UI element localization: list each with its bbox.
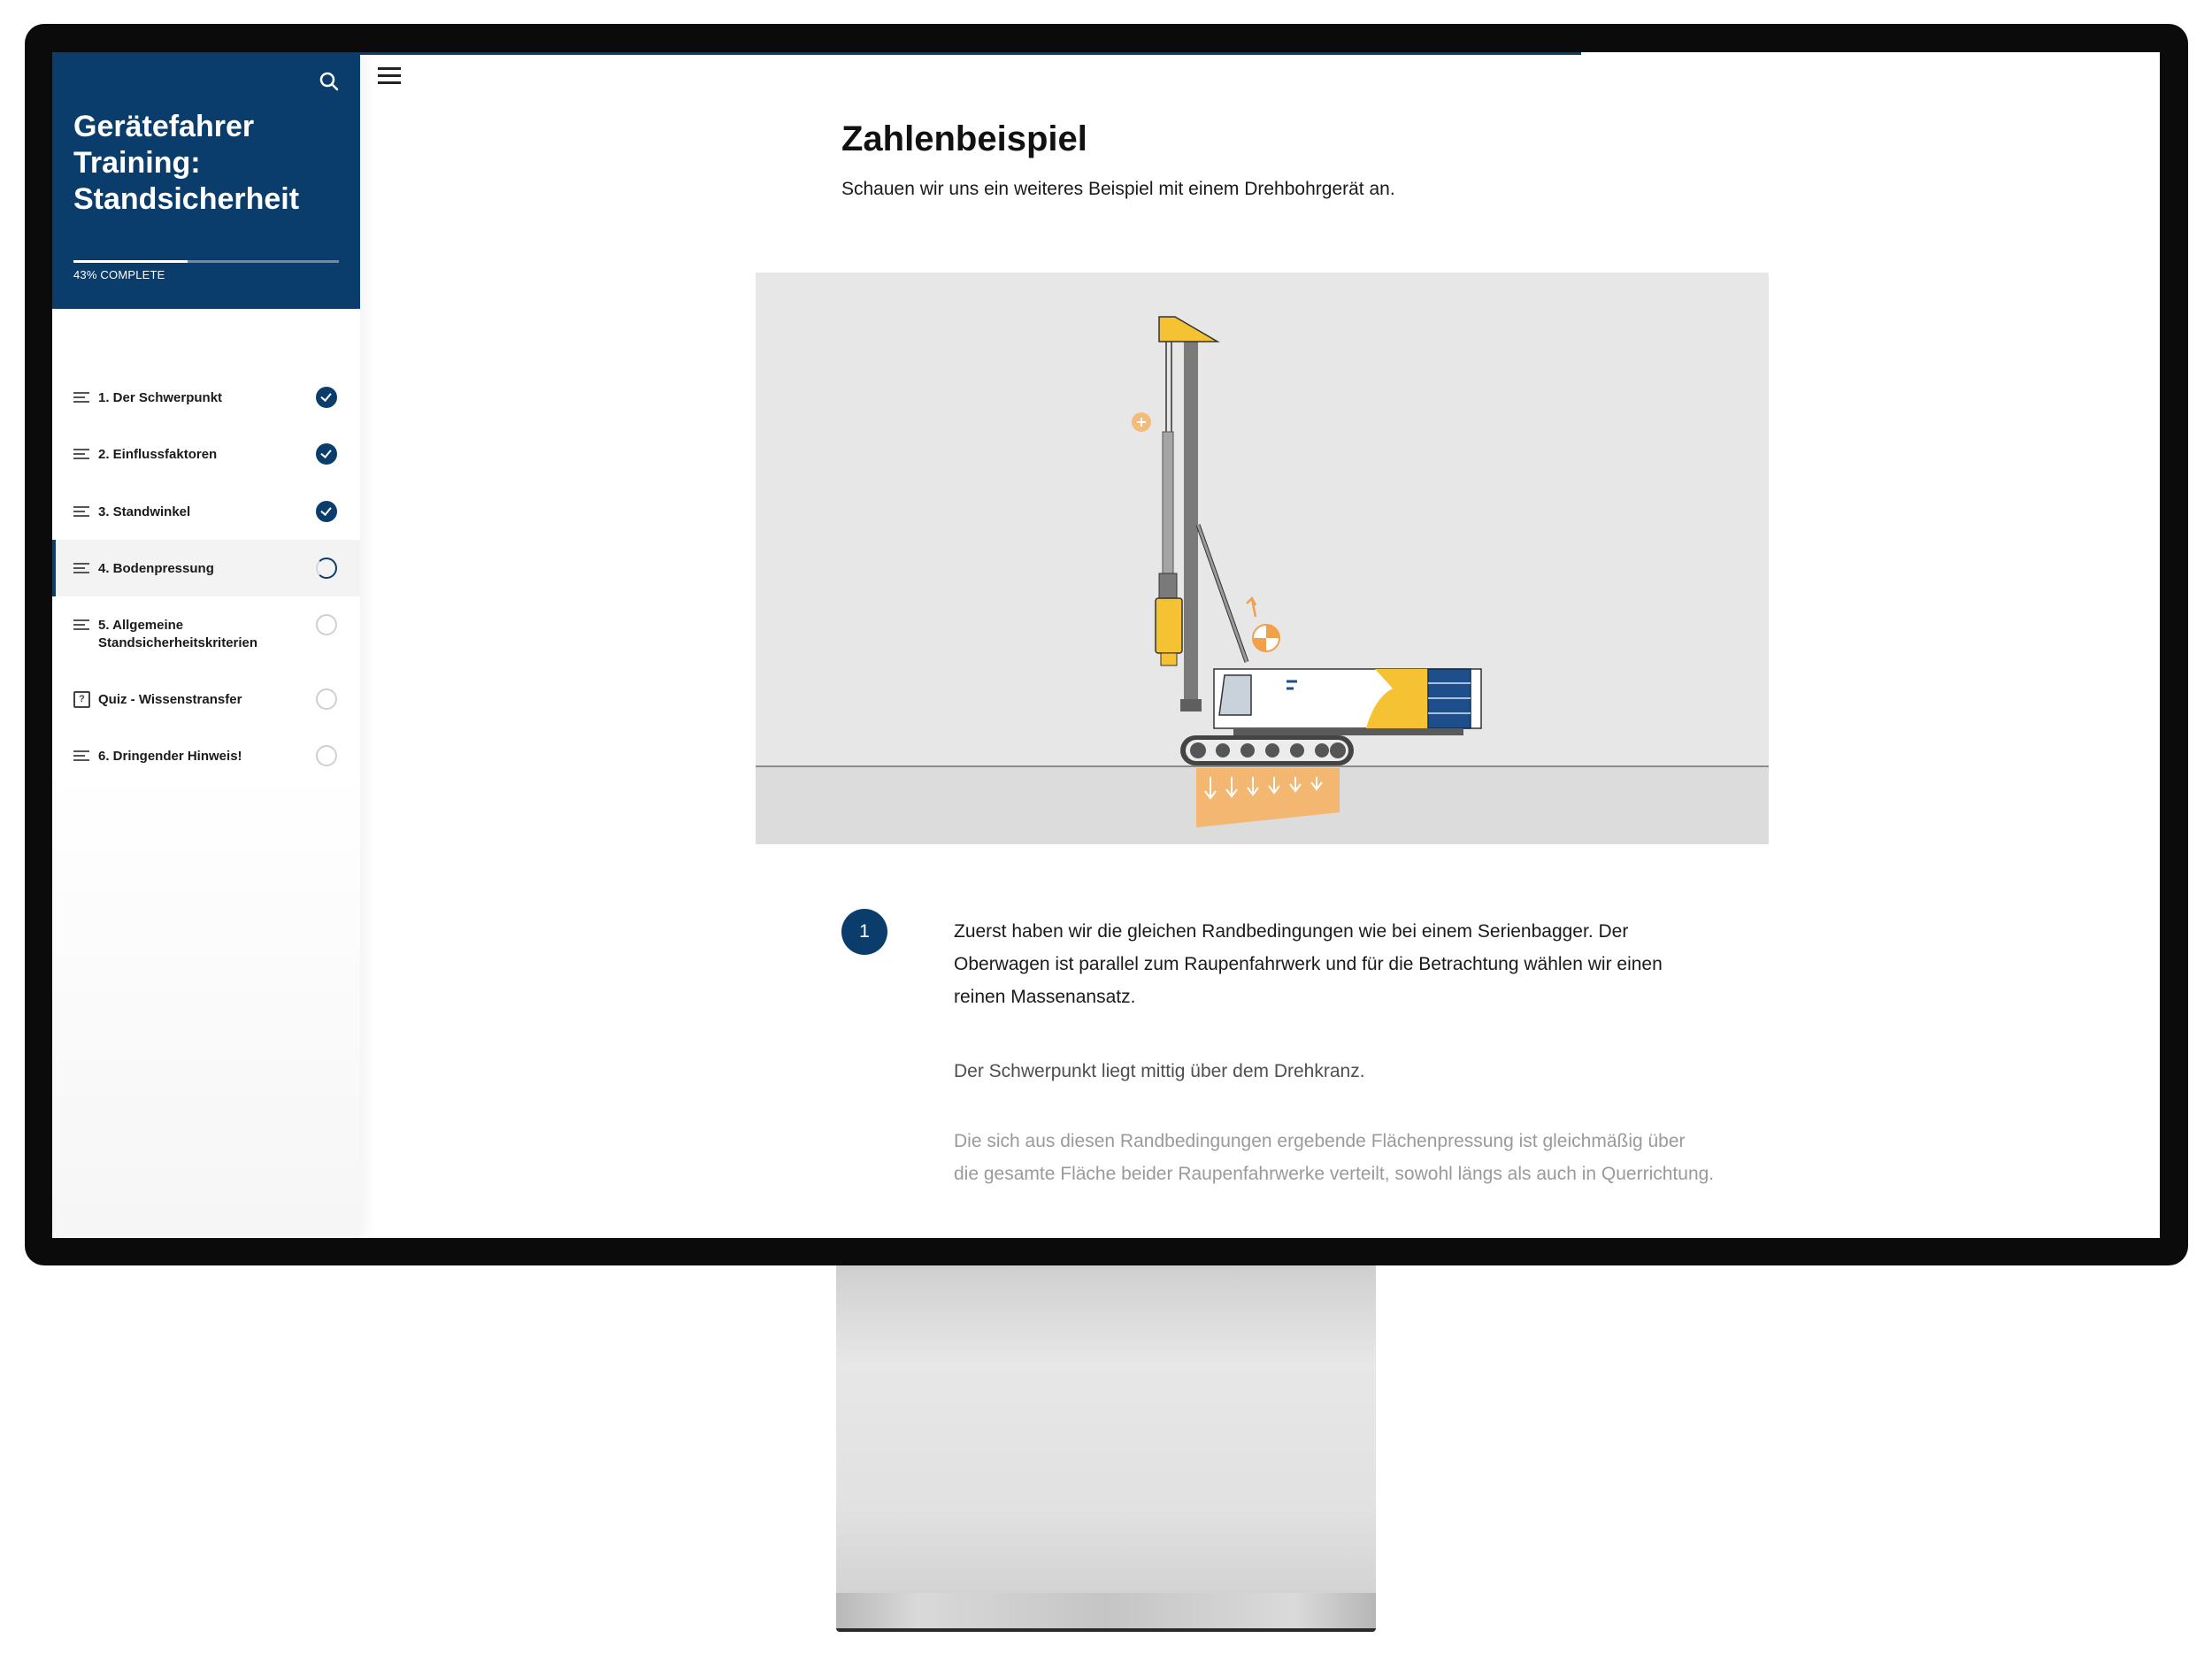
paragraph-randbedingungen: Zuerst haben wir die gleichen Randbeding… bbox=[954, 921, 1663, 1007]
lesson-progress-line bbox=[360, 52, 1581, 55]
empty-circle-icon bbox=[316, 614, 337, 635]
monitor-stand bbox=[836, 1265, 1376, 1593]
sidebar-item-standwinkel[interactable]: 3. Standwinkel bbox=[52, 483, 360, 540]
drilling-rig-drawing bbox=[756, 273, 1769, 844]
sidebar-item-label: 6. Dringender Hinweis! bbox=[98, 749, 242, 764]
course-progress-fill bbox=[73, 260, 188, 263]
sidebar-item-label: 3. Standwinkel bbox=[98, 504, 191, 519]
sidebar-item-label: 5. Allgemeine Standsicherheitskriterien bbox=[98, 618, 258, 650]
lesson-intro: Schauen wir uns ein weiteres Beispiel mi… bbox=[841, 179, 1395, 199]
empty-circle-icon bbox=[316, 745, 337, 766]
paragraph-schwerpunkt: Der Schwerpunkt liegt mittig über dem Dr… bbox=[954, 1061, 1365, 1081]
lines-icon bbox=[73, 750, 89, 762]
lines-icon bbox=[73, 619, 89, 631]
sidebar-item-label: Quiz - Wissenstransfer bbox=[98, 692, 242, 707]
course-title: Gerätefahrer Training: Standsicherheit bbox=[73, 110, 300, 216]
lines-icon bbox=[73, 392, 89, 404]
course-progress-bar bbox=[73, 260, 339, 263]
paragraph-flaechenpressung: Die sich aus diesen Randbedingungen erge… bbox=[954, 1131, 1715, 1184]
sidebar-item-label: 2. Einflussfaktoren bbox=[98, 447, 218, 462]
sidebar-item-schwerpunkt[interactable]: 1. Der Schwerpunkt bbox=[52, 369, 360, 426]
hamburger-menu-icon[interactable] bbox=[378, 67, 401, 87]
sidebar-item-standsicherheitskriterien[interactable]: 5. Allgemeine Standsicherheitskriterien bbox=[52, 596, 360, 671]
sidebar-item-label: 4. Bodenpressung bbox=[98, 561, 214, 576]
sidebar-item-quiz[interactable]: ? Quiz - Wissenstransfer bbox=[52, 671, 360, 727]
sidebar-item-einflussfaktoren[interactable]: 2. Einflussfaktoren bbox=[52, 426, 360, 482]
checkmark-icon bbox=[316, 387, 337, 408]
step-number-badge: 1 bbox=[841, 909, 887, 955]
monitor-stand-foot bbox=[836, 1593, 1376, 1632]
checkmark-icon bbox=[316, 501, 337, 522]
search-icon[interactable] bbox=[316, 68, 342, 95]
quiz-icon: ? bbox=[73, 691, 90, 708]
course-progress-label: 43% COMPLETE bbox=[73, 268, 165, 281]
lines-icon bbox=[73, 563, 89, 574]
sidebar-item-bodenpressung[interactable]: 4. Bodenpressung bbox=[52, 540, 360, 596]
sidebar-item-hinweis[interactable]: 6. Dringender Hinweis! bbox=[52, 727, 360, 784]
course-sidebar: Gerätefahrer Training: Standsicherheit 4… bbox=[52, 52, 360, 1238]
app-screen: Gerätefahrer Training: Standsicherheit 4… bbox=[52, 52, 2160, 1238]
checkmark-icon bbox=[316, 443, 337, 465]
empty-circle-icon bbox=[316, 688, 337, 710]
lesson-title: Zahlenbeispiel bbox=[841, 119, 1087, 158]
sidebar-item-label: 1. Der Schwerpunkt bbox=[98, 390, 223, 405]
progress-ring-icon bbox=[316, 558, 337, 579]
lines-icon bbox=[73, 506, 89, 518]
drilling-rig-illustration bbox=[756, 273, 1769, 844]
lines-icon bbox=[73, 449, 89, 460]
sidebar-header: Gerätefahrer Training: Standsicherheit 4… bbox=[52, 52, 360, 309]
